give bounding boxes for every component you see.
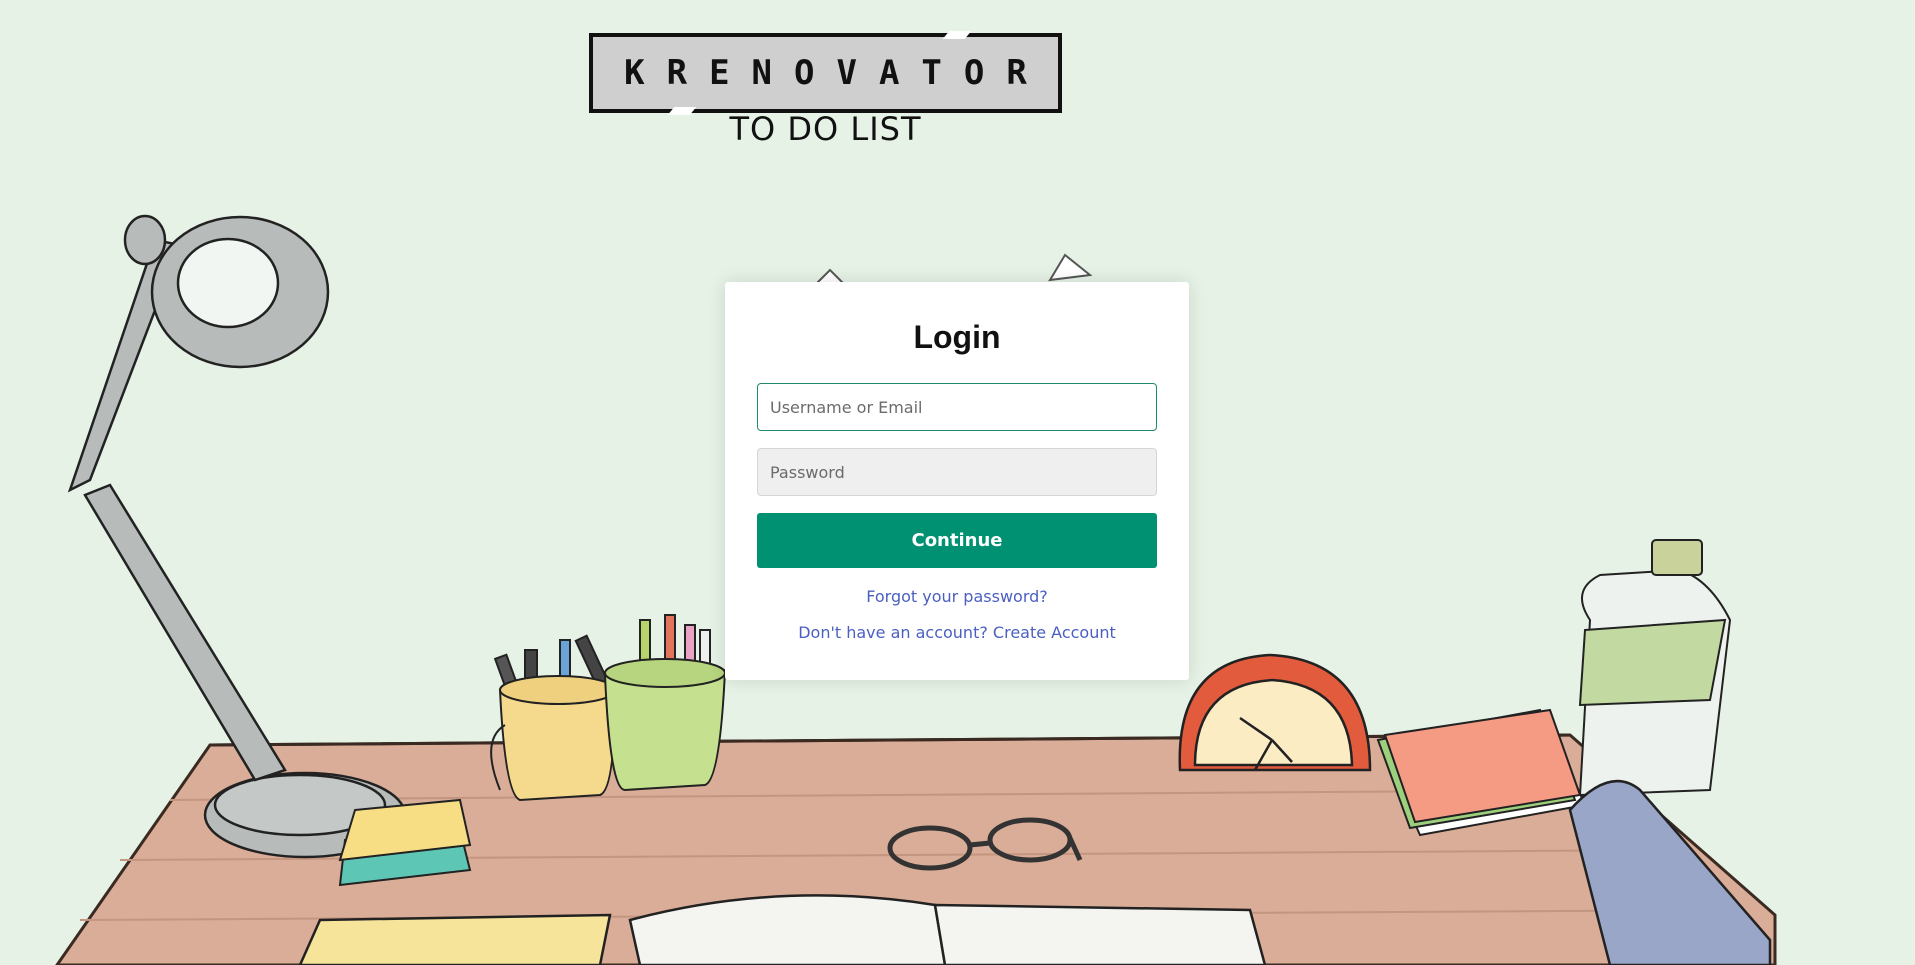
brand-logo: KRENOVATOR (589, 33, 1062, 113)
forgot-password-link[interactable]: Forgot your password? (757, 587, 1157, 606)
pen-cups (490, 614, 727, 802)
alarm-clock (1178, 653, 1372, 772)
login-card: Login Continue Forgot your password? Don… (725, 282, 1189, 680)
create-account-link[interactable]: Don't have an account? Create Account (757, 623, 1157, 642)
sticky-notes (338, 798, 472, 887)
paper-corner (812, 253, 1093, 286)
water-bottle (1578, 539, 1732, 797)
logo-text: KRENOVATOR (624, 53, 1049, 93)
username-input[interactable] (757, 383, 1157, 431)
continue-button[interactable]: Continue (757, 513, 1157, 568)
login-title: Login (913, 319, 1001, 355)
app-subtitle: TO DO LIST (729, 110, 922, 148)
password-input[interactable] (757, 448, 1157, 496)
